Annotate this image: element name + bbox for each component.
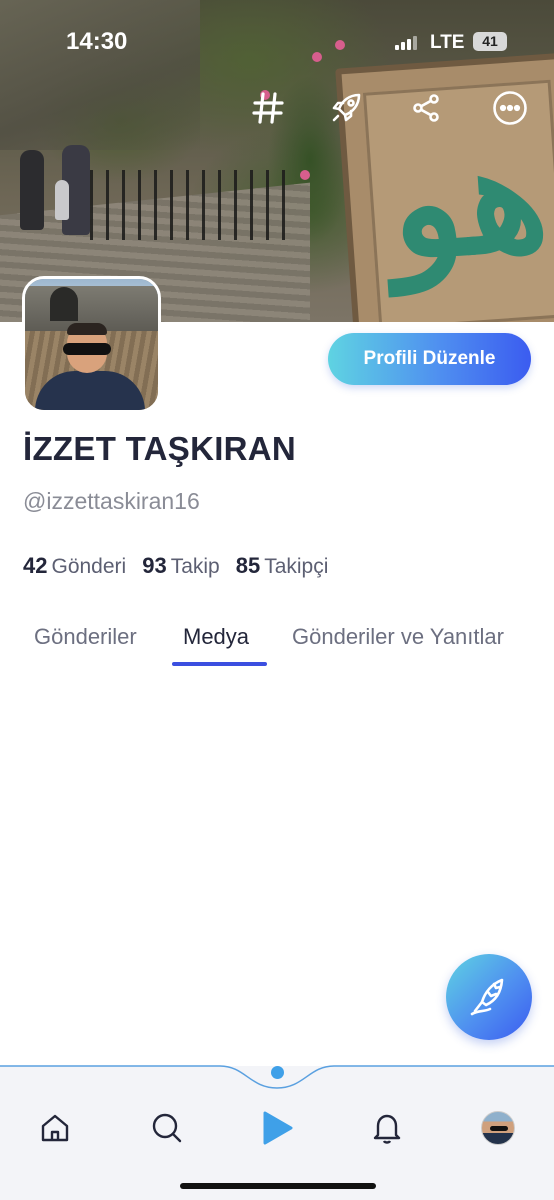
network-type: LTE [430,32,465,53]
search-icon[interactable] [145,1106,189,1150]
share-icon[interactable] [406,88,446,128]
avatar[interactable] [22,276,161,413]
home-icon[interactable] [33,1106,77,1150]
hashtag-icon[interactable] [248,88,288,128]
stat-followers[interactable]: 85 Takipçi [236,553,329,579]
edit-profile-button[interactable]: Profili Düzenle [328,333,531,385]
nav-active-dot [271,1066,284,1079]
tab-posts-and-replies[interactable]: Gönderiler ve Yanıtlar [292,624,504,650]
more-icon[interactable] [490,88,530,128]
active-tab-indicator [172,662,267,666]
stat-label: Takip [170,555,220,578]
bell-icon[interactable] [365,1106,409,1150]
compose-button[interactable] [446,954,532,1040]
stat-count: 85 [235,553,261,578]
battery-icon: 41 [473,32,507,51]
status-time: 14:30 [66,28,128,55]
stat-posts[interactable]: 42 Gönderi [23,553,126,579]
tab-posts[interactable]: Gönderiler [34,624,137,650]
stat-following[interactable]: 93 Takip [142,553,220,579]
stat-count: 93 [142,553,167,578]
stat-label: Takipçi [264,555,329,578]
profile-name: İZZET TAŞKIRAN [23,430,297,467]
profile-handle: @izzettaskiran16 [23,488,200,514]
home-indicator [180,1183,376,1189]
status-bar: 14:30 LTE 41 [0,0,554,80]
feather-pen-icon [470,978,504,1016]
rocket-icon[interactable] [326,88,366,128]
profile-stats: 42 Gönderi 93 Takip 85 Takipçi [23,553,344,579]
play-icon[interactable] [254,1106,298,1150]
cellular-signal-icon [395,36,417,50]
stat-count: 42 [23,553,48,578]
profile-tabs: Gönderiler Medya Gönderiler ve Yanıtlar [0,620,554,670]
tab-media[interactable]: Medya [183,624,249,650]
stat-label: Gönderi [51,555,127,578]
profile-avatar[interactable] [476,1106,520,1150]
